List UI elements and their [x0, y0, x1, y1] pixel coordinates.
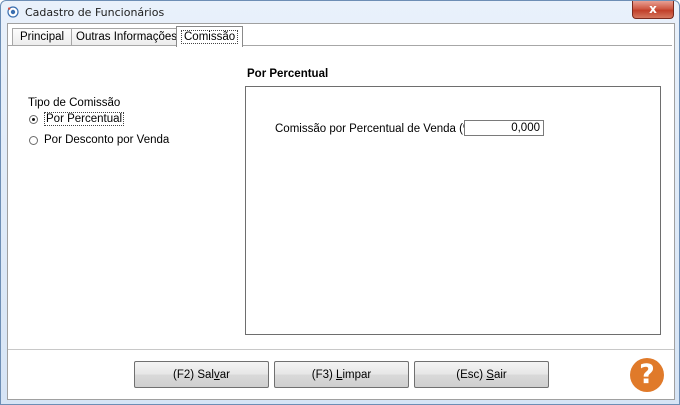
window-title: Cadastro de Funcionários [25, 6, 165, 19]
commission-percent-label: Comissão por Percentual de Venda (%): [275, 123, 481, 135]
tab-comissao[interactable]: Comissão [176, 26, 243, 47]
close-icon: x [649, 2, 657, 16]
app-window: Cadastro de Funcionários x Principal Out… [0, 0, 680, 405]
clear-button[interactable]: (F3) Limpar [274, 361, 409, 388]
radio-por-percentual[interactable]: Por Percentual [29, 112, 125, 126]
button-text: air [493, 369, 507, 381]
help-icon[interactable]: ? [630, 358, 664, 392]
button-text: (Esc) [456, 369, 487, 381]
radio-button-checked[interactable] [29, 114, 38, 124]
radio-label[interactable]: Por Desconto por Venda [44, 134, 169, 146]
tab-principal[interactable]: Principal [12, 28, 72, 46]
tab-outras-informacoes[interactable]: Outras Informações [71, 28, 181, 46]
exit-button[interactable]: (Esc) Sair [414, 361, 549, 388]
title-bar[interactable]: Cadastro de Funcionários x [1, 1, 679, 23]
tab-label: Outras Informações [76, 31, 177, 43]
main-panel: Principal Outras Informações Comissão Ti… [7, 23, 675, 400]
button-text: (F2) Sal [173, 369, 214, 381]
tab-divider [8, 45, 672, 46]
button-mnemonic: S [486, 369, 494, 381]
button-text: (F3) [311, 369, 337, 381]
footer-divider [8, 349, 674, 350]
button-text: impar [342, 369, 372, 381]
section-title: Por Percentual [247, 68, 329, 80]
commission-percent-input[interactable]: 0,000 [464, 120, 544, 136]
app-logo-icon [7, 6, 19, 18]
percentual-group-box: Comissão por Percentual de Venda (%): 0,… [245, 86, 661, 335]
save-button[interactable]: (F2) Salvar [134, 361, 269, 388]
commission-type-label: Tipo de Comissão [28, 97, 121, 109]
radio-por-desconto[interactable]: Por Desconto por Venda [29, 133, 169, 147]
tab-label: Comissão [181, 30, 239, 44]
radio-button[interactable] [29, 135, 38, 145]
radio-label[interactable]: Por Percentual [44, 112, 125, 126]
close-button[interactable]: x [632, 1, 674, 19]
button-text: ar [219, 369, 230, 381]
tab-label: Principal [19, 31, 65, 43]
